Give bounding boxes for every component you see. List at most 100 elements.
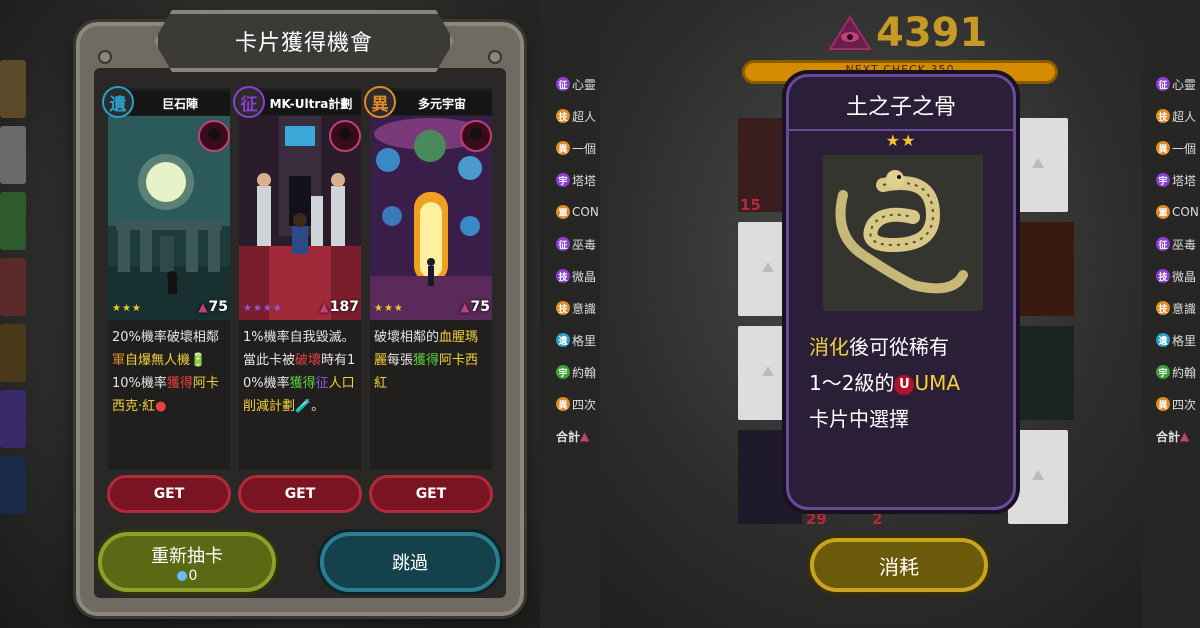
type-icon: 軍 — [556, 205, 570, 219]
collection-total: 合計 ▲ — [1156, 420, 1200, 452]
left-screen: 征心靈技超人異一個宇塔塔軍 CON 征巫毒技微晶技意識遺格里宇約翰異四次 合計 ▲ 卡… — [0, 0, 600, 628]
type-icon: 征 — [1156, 237, 1170, 251]
power-icon: ▲ — [1180, 429, 1190, 443]
collection-label: 約翰 — [1172, 365, 1197, 380]
get-button-3[interactable]: GET — [369, 475, 493, 513]
uma-badge-icon: U — [894, 375, 915, 395]
card-option-1[interactable]: 遺 巨石陣 ★★★ ▲75 20%機率破壞相鄰軍自爆無人機🔋 10%機率獲得阿卡… — [102, 86, 230, 470]
collection-label: 塔塔 — [572, 173, 597, 188]
detail-line-2: 1～2級的 U UMA — [809, 365, 1005, 401]
strip-card[interactable] — [0, 456, 26, 514]
power-icon: ▲ — [460, 300, 470, 314]
type-icon: 征 — [1156, 77, 1170, 91]
collection-row[interactable]: 技微晶 — [1156, 260, 1200, 292]
board-card-value: 29 — [806, 510, 827, 528]
collection-row[interactable]: 宇約翰 — [1156, 356, 1200, 388]
collection-row[interactable]: 技超人 — [556, 100, 600, 132]
strip-card[interactable] — [0, 324, 26, 382]
empty-slot[interactable] — [1008, 430, 1068, 524]
collection-row[interactable]: 遺格里 — [556, 324, 600, 356]
card-description: 1%機率自我毀滅。當此卡被破壞時有10%機率獲得征人口削減計劃🧪。 — [243, 330, 356, 414]
detail-stars: ★★ — [885, 131, 917, 150]
collection-label: 一個 — [1172, 141, 1197, 156]
board-card[interactable] — [1010, 222, 1074, 316]
collection-row[interactable]: 異四次 — [1156, 388, 1200, 420]
collection-list: 征心靈技超人異一個宇塔塔軍 CON 征巫毒技微晶技意識遺格里宇約翰異四次 合計 ▲ — [1156, 68, 1200, 452]
card-art-multiverse — [370, 116, 492, 320]
type-icon: 遺 — [1156, 333, 1170, 347]
eye-pyramid-icon — [828, 15, 872, 50]
bolt-decoration — [488, 50, 502, 64]
collection-row[interactable]: 軍 CON — [556, 196, 600, 228]
collection-label: 四次 — [1172, 397, 1197, 412]
type-badge: 異 — [364, 86, 396, 118]
power-value: 75 — [470, 299, 490, 315]
card-power: ▲75 — [460, 299, 490, 315]
collection-row[interactable]: 征心靈 — [1156, 68, 1200, 100]
collection-row[interactable]: 征巫毒 — [1156, 228, 1200, 260]
collection-row[interactable]: 宇塔塔 — [1156, 164, 1200, 196]
collection-label: CON — [1172, 205, 1199, 219]
collection-row[interactable]: 征心靈 — [556, 68, 600, 100]
score-value: 4391 — [876, 10, 988, 56]
card-description: 破壞相鄰的血腥瑪麗每張獲得阿卡西紅 — [374, 330, 479, 391]
collection-row[interactable]: 遺格里 — [1156, 324, 1200, 356]
collection-label: 一個 — [572, 141, 597, 156]
card-option-2[interactable]: 征 MK-Ultra計劃 ★★★★ ▲187 1%機率自我毀滅。當此卡被破壞時有… — [233, 86, 361, 470]
collection-row[interactable]: 技意識 — [1156, 292, 1200, 324]
strip-card[interactable] — [0, 126, 26, 184]
collection-label: 塔塔 — [1172, 173, 1197, 188]
empty-slot[interactable] — [1008, 118, 1068, 212]
type-icon: 宇 — [556, 173, 570, 187]
strip-card[interactable] — [0, 258, 26, 316]
card-header: 異 多元宇宙 — [364, 86, 492, 118]
card-header: 征 MK-Ultra計劃 — [233, 86, 361, 118]
strip-card[interactable] — [0, 390, 26, 448]
card-name: 巨石陣 — [130, 91, 230, 115]
collection-row[interactable]: 技微晶 — [556, 260, 600, 292]
power-value: 75 — [208, 299, 228, 315]
collection-row[interactable]: 技意識 — [556, 292, 600, 324]
collection-label: 意識 — [1172, 301, 1197, 316]
keyword-digest: 消化 — [809, 335, 849, 359]
strip-card[interactable] — [0, 60, 26, 118]
collection-row[interactable]: 異四次 — [556, 388, 600, 420]
collection-row[interactable]: 征巫毒 — [556, 228, 600, 260]
power-icon: ▲ — [580, 429, 590, 443]
collection-row[interactable]: 軍 CON — [1156, 196, 1200, 228]
type-icon: 宇 — [1156, 173, 1170, 187]
reroll-button[interactable]: 重新抽卡 0 — [98, 532, 276, 592]
type-icon: 技 — [556, 269, 570, 283]
detail-title: 土之子之骨 — [845, 95, 956, 120]
collection-label: 約翰 — [572, 365, 597, 380]
card-option-3[interactable]: 異 多元宇宙 ★★★ ▲75 破壞相鄰的血腥瑪麗每張獲得阿卡西紅 — [364, 86, 492, 470]
type-badge: 遺 — [102, 86, 134, 118]
type-icon: 異 — [1156, 141, 1170, 155]
skip-button[interactable]: 跳過 — [320, 532, 500, 592]
card-name: MK-Ultra計劃 — [261, 91, 361, 115]
card-power: ▲75 — [198, 299, 228, 315]
collection-row[interactable]: 宇塔塔 — [556, 164, 600, 196]
type-icon: 異 — [1156, 397, 1170, 411]
type-icon: 技 — [556, 109, 570, 123]
collection-row[interactable]: 異一個 — [1156, 132, 1200, 164]
collection-label: 超人 — [1172, 109, 1197, 124]
collection-row[interactable]: 異一個 — [556, 132, 600, 164]
get-button-1[interactable]: GET — [107, 475, 231, 513]
collection-label: 意識 — [572, 301, 597, 316]
collection-row[interactable]: 宇約翰 — [556, 356, 600, 388]
board-card[interactable] — [1010, 326, 1074, 420]
type-icon: 宇 — [1156, 365, 1170, 379]
strip-card[interactable] — [0, 192, 26, 250]
consume-button[interactable]: 消耗 — [810, 538, 988, 592]
card-art-mk-ultra — [239, 116, 361, 320]
board-card-value: 2 — [872, 510, 883, 528]
card-stars: ★★★ — [112, 303, 142, 314]
bone-serpent-art — [823, 155, 983, 311]
slot-marker-icon — [762, 262, 774, 272]
slot-marker-icon — [1032, 158, 1044, 168]
power-value: 187 — [329, 299, 359, 315]
get-button-2[interactable]: GET — [238, 475, 362, 513]
collection-row[interactable]: 技超人 — [1156, 100, 1200, 132]
detail-line-3: 卡片中選擇 — [809, 407, 909, 431]
